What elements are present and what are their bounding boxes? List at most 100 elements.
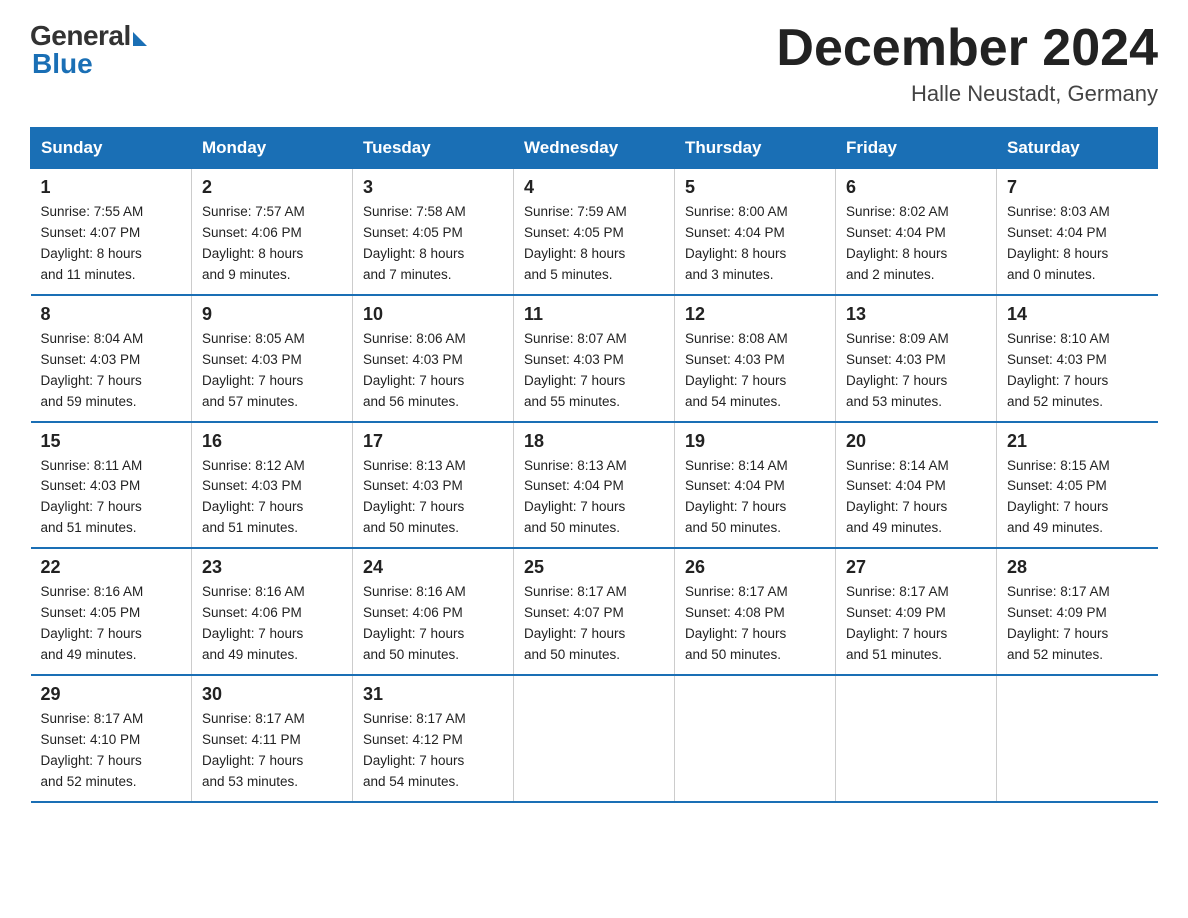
- day-number: 4: [524, 177, 664, 198]
- calendar-cell: [514, 675, 675, 802]
- day-number: 24: [363, 557, 503, 578]
- day-info: Sunrise: 8:06 AMSunset: 4:03 PMDaylight:…: [363, 329, 503, 413]
- week-row-2: 8 Sunrise: 8:04 AMSunset: 4:03 PMDaylight…: [31, 295, 1158, 422]
- header-sunday: Sunday: [31, 128, 192, 169]
- calendar-cell: 24 Sunrise: 8:16 AMSunset: 4:06 PMDayligh…: [353, 548, 514, 675]
- week-row-1: 1 Sunrise: 7:55 AMSunset: 4:07 PMDaylight…: [31, 169, 1158, 295]
- header-thursday: Thursday: [675, 128, 836, 169]
- calendar-table: SundayMondayTuesdayWednesdayThursdayFrid…: [30, 127, 1158, 802]
- day-number: 5: [685, 177, 825, 198]
- calendar-cell: 19 Sunrise: 8:14 AMSunset: 4:04 PMDayligh…: [675, 422, 836, 549]
- calendar-cell: 5Sunrise: 8:00 AMSunset: 4:04 PMDaylight…: [675, 169, 836, 295]
- day-info: Sunrise: 8:11 AMSunset: 4:03 PMDaylight:…: [41, 456, 182, 540]
- calendar-cell: 27 Sunrise: 8:17 AMSunset: 4:09 PMDayligh…: [836, 548, 997, 675]
- calendar-cell: 22 Sunrise: 8:16 AMSunset: 4:05 PMDayligh…: [31, 548, 192, 675]
- calendar-cell: 29Sunrise: 8:17 AMSunset: 4:10 PMDayligh…: [31, 675, 192, 802]
- day-number: 11: [524, 304, 664, 325]
- day-info: Sunrise: 7:59 AMSunset: 4:05 PMDaylight:…: [524, 202, 664, 286]
- day-info: Sunrise: 8:03 AMSunset: 4:04 PMDaylight:…: [1007, 202, 1148, 286]
- day-number: 7: [1007, 177, 1148, 198]
- calendar-cell: 31Sunrise: 8:17 AMSunset: 4:12 PMDayligh…: [353, 675, 514, 802]
- day-info: Sunrise: 8:17 AMSunset: 4:07 PMDaylight:…: [524, 582, 664, 666]
- location-title: Halle Neustadt, Germany: [776, 81, 1158, 107]
- header-tuesday: Tuesday: [353, 128, 514, 169]
- calendar-cell: 10 Sunrise: 8:06 AMSunset: 4:03 PMDayligh…: [353, 295, 514, 422]
- header-friday: Friday: [836, 128, 997, 169]
- day-number: 18: [524, 431, 664, 452]
- calendar-cell: 2 Sunrise: 7:57 AMSunset: 4:06 PMDaylight…: [192, 169, 353, 295]
- day-number: 12: [685, 304, 825, 325]
- day-number: 22: [41, 557, 182, 578]
- calendar-cell: 16 Sunrise: 8:12 AMSunset: 4:03 PMDayligh…: [192, 422, 353, 549]
- day-info: Sunrise: 8:14 AMSunset: 4:04 PMDaylight:…: [846, 456, 986, 540]
- day-info: Sunrise: 8:16 AMSunset: 4:06 PMDaylight:…: [202, 582, 342, 666]
- day-info: Sunrise: 8:17 AMSunset: 4:09 PMDaylight:…: [1007, 582, 1148, 666]
- day-info: Sunrise: 8:12 AMSunset: 4:03 PMDaylight:…: [202, 456, 342, 540]
- day-info: Sunrise: 8:16 AMSunset: 4:06 PMDaylight:…: [363, 582, 503, 666]
- day-info: Sunrise: 8:15 AMSunset: 4:05 PMDaylight:…: [1007, 456, 1148, 540]
- day-info: Sunrise: 8:14 AMSunset: 4:04 PMDaylight:…: [685, 456, 825, 540]
- day-info: Sunrise: 8:17 AMSunset: 4:10 PMDaylight:…: [41, 709, 182, 793]
- calendar-cell: [997, 675, 1158, 802]
- day-number: 16: [202, 431, 342, 452]
- logo-arrow-icon: [133, 32, 147, 46]
- day-info: Sunrise: 8:17 AMSunset: 4:12 PMDaylight:…: [363, 709, 503, 793]
- day-number: 30: [202, 684, 342, 705]
- page-header: General Blue December 2024 Halle Neustad…: [30, 20, 1158, 107]
- calendar-cell: 26 Sunrise: 8:17 AMSunset: 4:08 PMDayligh…: [675, 548, 836, 675]
- calendar-cell: 3 Sunrise: 7:58 AMSunset: 4:05 PMDaylight…: [353, 169, 514, 295]
- day-number: 19: [685, 431, 825, 452]
- day-info: Sunrise: 7:55 AMSunset: 4:07 PMDaylight:…: [41, 202, 182, 286]
- week-row-4: 22 Sunrise: 8:16 AMSunset: 4:05 PMDayligh…: [31, 548, 1158, 675]
- header-wednesday: Wednesday: [514, 128, 675, 169]
- day-number: 23: [202, 557, 342, 578]
- calendar-cell: 30 Sunrise: 8:17 AMSunset: 4:11 PMDayligh…: [192, 675, 353, 802]
- calendar-cell: 14 Sunrise: 8:10 AMSunset: 4:03 PMDayligh…: [997, 295, 1158, 422]
- calendar-cell: 9 Sunrise: 8:05 AMSunset: 4:03 PMDaylight…: [192, 295, 353, 422]
- day-info: Sunrise: 8:17 AMSunset: 4:08 PMDaylight:…: [685, 582, 825, 666]
- day-info: Sunrise: 8:17 AMSunset: 4:09 PMDaylight:…: [846, 582, 986, 666]
- day-info: Sunrise: 7:57 AMSunset: 4:06 PMDaylight:…: [202, 202, 342, 286]
- header-saturday: Saturday: [997, 128, 1158, 169]
- day-number: 27: [846, 557, 986, 578]
- day-info: Sunrise: 8:16 AMSunset: 4:05 PMDaylight:…: [41, 582, 182, 666]
- calendar-cell: 8 Sunrise: 8:04 AMSunset: 4:03 PMDaylight…: [31, 295, 192, 422]
- calendar-header-row: SundayMondayTuesdayWednesdayThursdayFrid…: [31, 128, 1158, 169]
- day-number: 3: [363, 177, 503, 198]
- day-number: 15: [41, 431, 182, 452]
- calendar-cell: [675, 675, 836, 802]
- calendar-cell: 17Sunrise: 8:13 AMSunset: 4:03 PMDayligh…: [353, 422, 514, 549]
- day-info: Sunrise: 8:08 AMSunset: 4:03 PMDaylight:…: [685, 329, 825, 413]
- day-number: 2: [202, 177, 342, 198]
- day-number: 20: [846, 431, 986, 452]
- calendar-cell: 7 Sunrise: 8:03 AMSunset: 4:04 PMDaylight…: [997, 169, 1158, 295]
- day-info: Sunrise: 8:09 AMSunset: 4:03 PMDaylight:…: [846, 329, 986, 413]
- day-number: 10: [363, 304, 503, 325]
- day-number: 9: [202, 304, 342, 325]
- day-number: 17: [363, 431, 503, 452]
- day-number: 25: [524, 557, 664, 578]
- calendar-cell: 11Sunrise: 8:07 AMSunset: 4:03 PMDayligh…: [514, 295, 675, 422]
- calendar-cell: 1 Sunrise: 7:55 AMSunset: 4:07 PMDaylight…: [31, 169, 192, 295]
- day-info: Sunrise: 8:02 AMSunset: 4:04 PMDaylight:…: [846, 202, 986, 286]
- day-info: Sunrise: 8:17 AMSunset: 4:11 PMDaylight:…: [202, 709, 342, 793]
- day-number: 21: [1007, 431, 1148, 452]
- day-info: Sunrise: 7:58 AMSunset: 4:05 PMDaylight:…: [363, 202, 503, 286]
- week-row-5: 29Sunrise: 8:17 AMSunset: 4:10 PMDayligh…: [31, 675, 1158, 802]
- header-monday: Monday: [192, 128, 353, 169]
- day-info: Sunrise: 8:05 AMSunset: 4:03 PMDaylight:…: [202, 329, 342, 413]
- day-info: Sunrise: 8:10 AMSunset: 4:03 PMDaylight:…: [1007, 329, 1148, 413]
- calendar-cell: 25 Sunrise: 8:17 AMSunset: 4:07 PMDayligh…: [514, 548, 675, 675]
- calendar-cell: 13 Sunrise: 8:09 AMSunset: 4:03 PMDayligh…: [836, 295, 997, 422]
- logo: General Blue: [30, 20, 147, 80]
- day-number: 14: [1007, 304, 1148, 325]
- calendar-cell: 4 Sunrise: 7:59 AMSunset: 4:05 PMDaylight…: [514, 169, 675, 295]
- day-number: 13: [846, 304, 986, 325]
- calendar-cell: [836, 675, 997, 802]
- calendar-cell: 6 Sunrise: 8:02 AMSunset: 4:04 PMDaylight…: [836, 169, 997, 295]
- day-number: 1: [41, 177, 182, 198]
- day-info: Sunrise: 8:04 AMSunset: 4:03 PMDaylight:…: [41, 329, 182, 413]
- day-number: 6: [846, 177, 986, 198]
- day-number: 26: [685, 557, 825, 578]
- day-number: 8: [41, 304, 182, 325]
